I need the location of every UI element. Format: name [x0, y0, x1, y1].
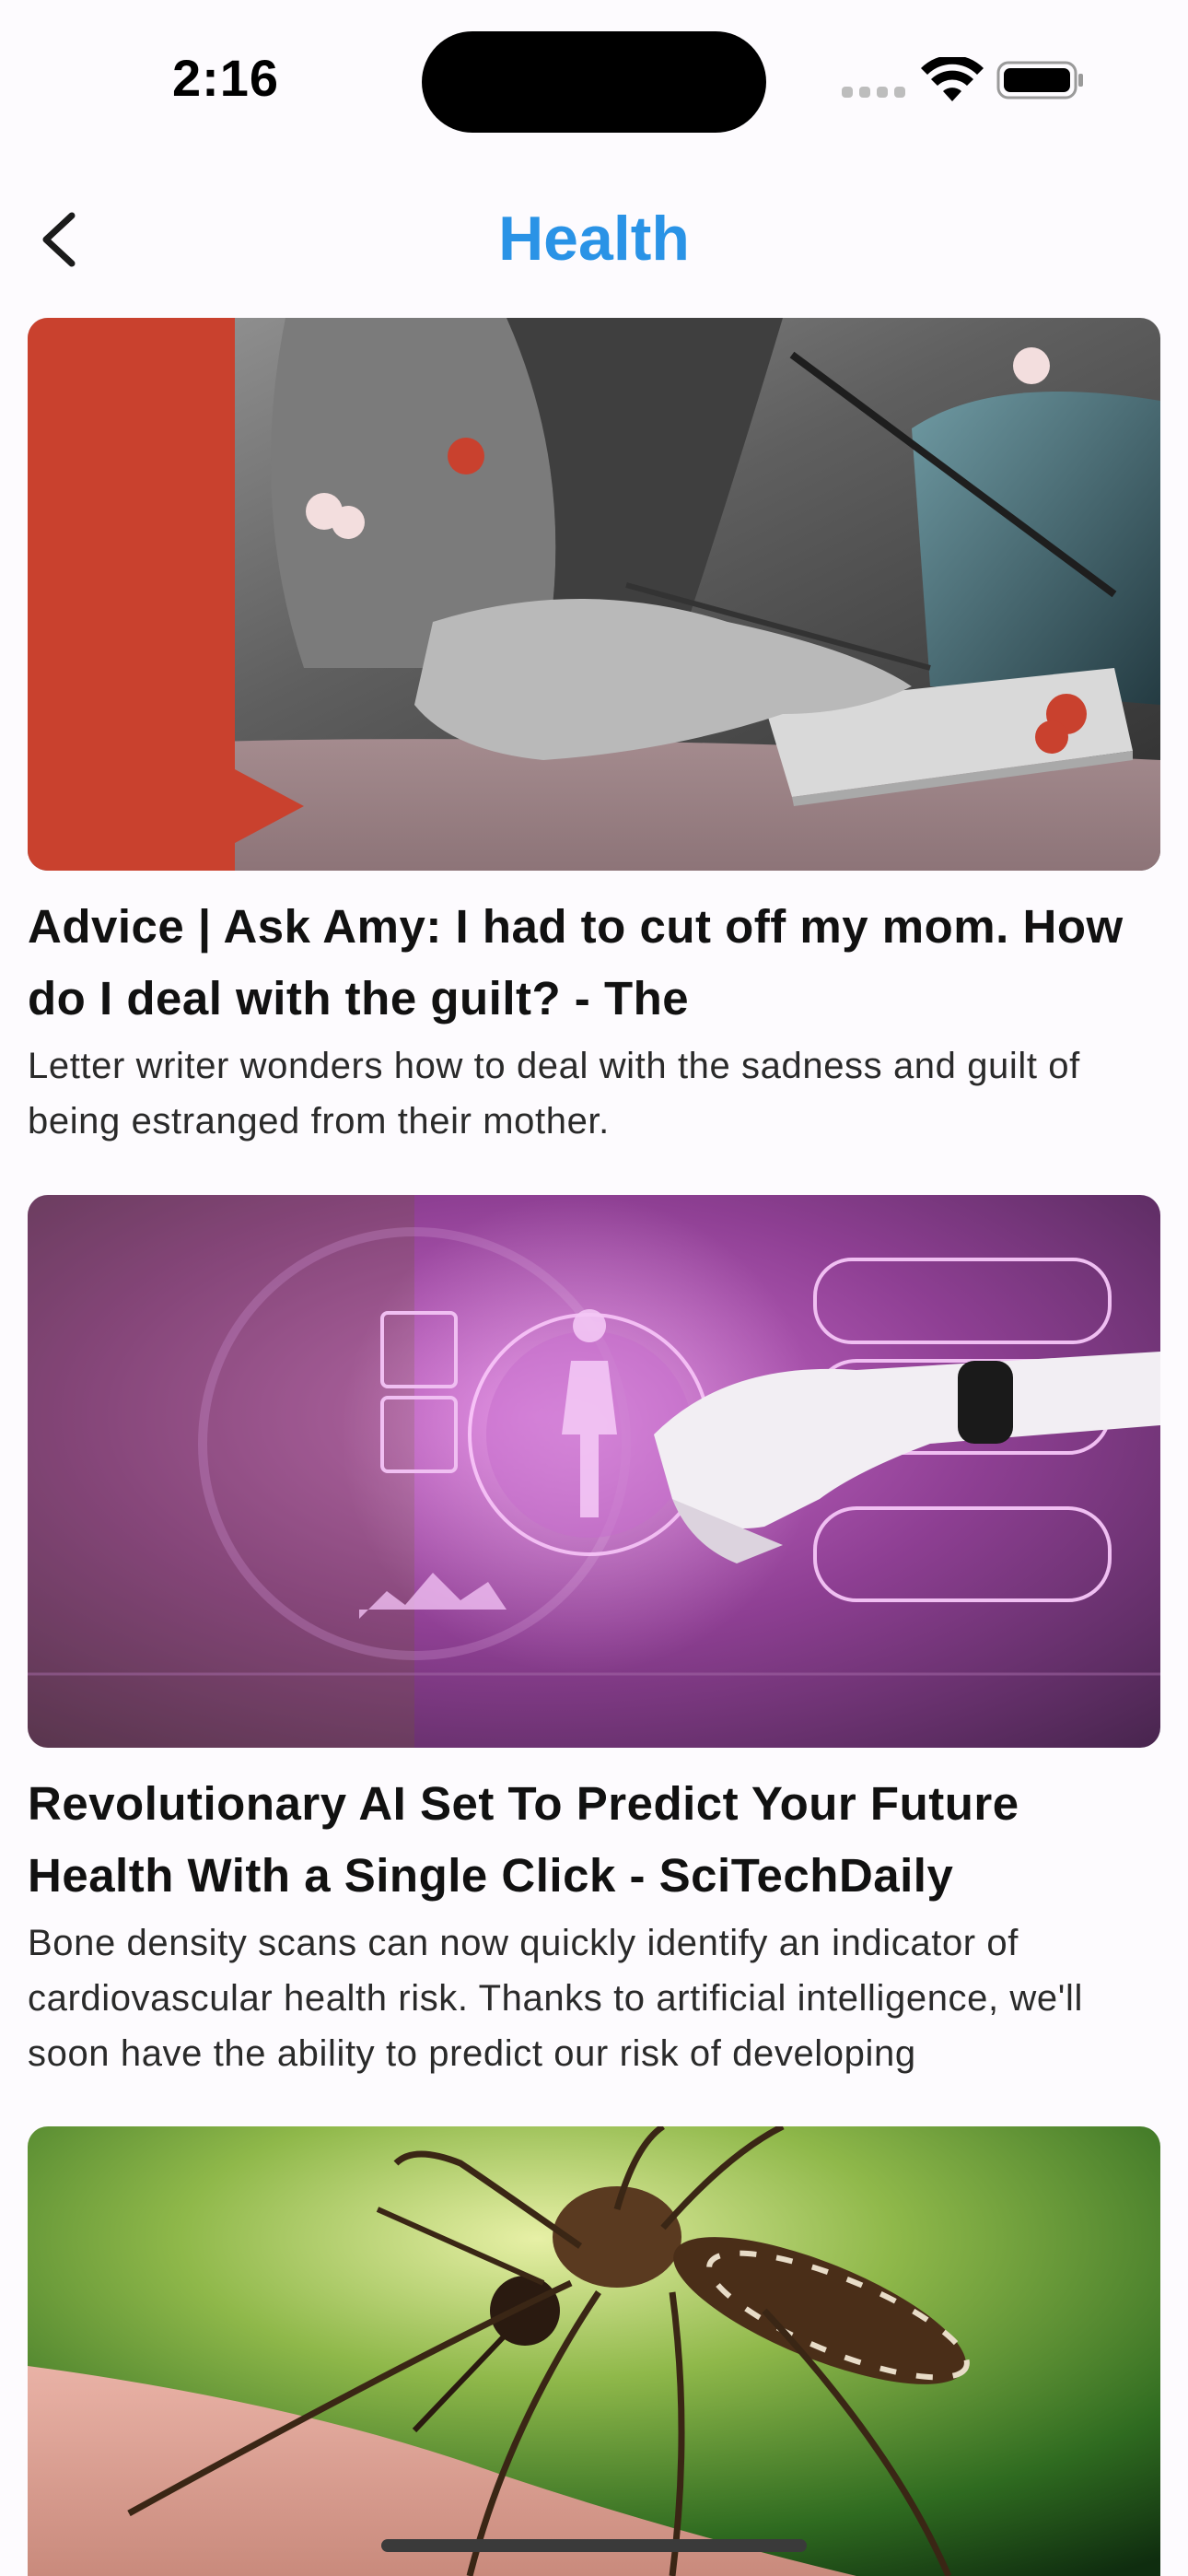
battery-icon [996, 61, 1083, 100]
signal-icon [842, 87, 906, 100]
article-image[interactable] [28, 2126, 1160, 2576]
article-card[interactable]: Revolutionary AI Set To Predict Your Fut… [28, 1195, 1160, 2081]
article-title[interactable]: Revolutionary AI Set To Predict Your Fut… [28, 1768, 1160, 1912]
article-image[interactable] [28, 318, 1160, 871]
ai-robot-hand-image [28, 1195, 1160, 1748]
article-description: Letter writer wonders how to deal with t… [28, 1046, 1080, 1142]
mosquito-image [28, 2126, 1160, 2576]
page-title: Health [498, 204, 690, 274]
article-description: Bone density scans can now quickly ident… [28, 1923, 1083, 2074]
status-time: 2:16 [171, 49, 280, 107]
status-bar: 2:16 [0, 0, 1188, 157]
article-card[interactable] [28, 2126, 1160, 2576]
article-card[interactable]: Advice | Ask Amy: I had to cut off my mo… [28, 318, 1160, 1149]
navigation-bar: Health [0, 175, 1188, 304]
dynamic-island [422, 31, 766, 133]
home-indicator[interactable] [381, 2539, 807, 2552]
article-image[interactable] [28, 1195, 1160, 1748]
article-title[interactable]: Advice | Ask Amy: I had to cut off my mo… [28, 891, 1160, 1035]
wifi-icon [921, 57, 984, 101]
writing-hand-image [28, 318, 1160, 871]
